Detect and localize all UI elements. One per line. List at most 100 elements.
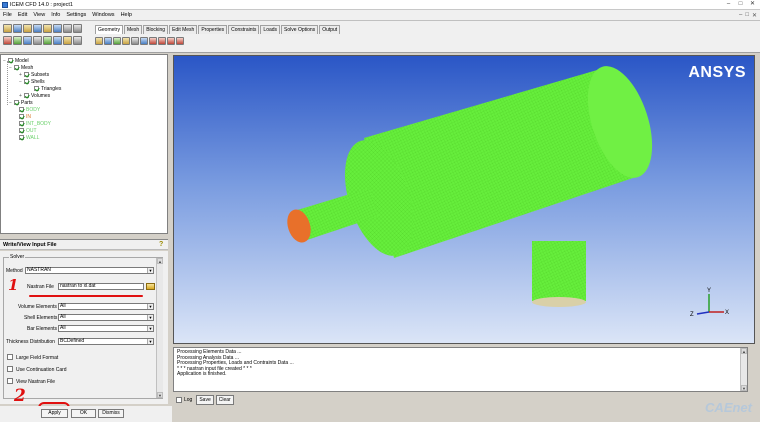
continuation-card-checkbox[interactable] (7, 366, 13, 372)
collapse-toggle-icon[interactable]: − (19, 79, 23, 85)
measure-icon[interactable] (23, 36, 32, 45)
redo-icon[interactable] (73, 24, 82, 33)
open-mesh-icon[interactable] (43, 24, 52, 33)
clip-plane-icon[interactable] (73, 36, 82, 45)
collapse-toggle-icon[interactable]: − (9, 65, 13, 71)
tab-constraints[interactable]: Constraints (228, 25, 260, 34)
tab-solve-options[interactable]: Solve Options (281, 25, 319, 34)
tab-mesh[interactable]: Mesh (123, 25, 143, 34)
method-select[interactable]: NASTRAN ▼ (25, 267, 154, 274)
create-point-icon[interactable] (95, 37, 103, 45)
tree-item-model[interactable]: − Model (3, 57, 29, 64)
view-nastran-file-checkbox[interactable] (7, 378, 13, 384)
maximize-button[interactable]: □ (736, 1, 745, 8)
tab-blocking[interactable]: Blocking (143, 25, 169, 34)
tree-item-parts[interactable]: − Parts (9, 99, 33, 106)
visibility-checkbox[interactable] (14, 65, 19, 70)
dismiss-button[interactable]: Dismiss (98, 409, 124, 418)
minimize-button[interactable]: – (724, 1, 733, 8)
save-mesh-icon[interactable] (53, 24, 62, 33)
create-body-icon[interactable] (122, 37, 130, 45)
ok-button[interactable]: OK (71, 409, 96, 418)
volume-elements-select[interactable]: All ▼ (58, 303, 154, 310)
scroll-down-icon[interactable]: ▼ (157, 392, 163, 398)
apply-button[interactable]: Apply (41, 409, 68, 418)
visibility-checkbox[interactable] (24, 72, 29, 77)
undo-icon[interactable] (63, 24, 72, 33)
visibility-checkbox[interactable] (19, 135, 24, 140)
thickness-distribution-select[interactable]: BCDefined ▼ (58, 338, 154, 345)
open-project-icon[interactable] (3, 24, 12, 33)
expand-toggle-icon[interactable]: + (19, 93, 23, 99)
panel-scrollbar[interactable]: ▲ ▼ (156, 258, 163, 398)
visibility-checkbox[interactable] (19, 114, 24, 119)
delete-surface-icon[interactable] (167, 37, 175, 45)
doc-close-button[interactable]: ✕ (752, 12, 757, 19)
wireframe-icon[interactable] (53, 36, 62, 45)
visibility-checkbox[interactable] (34, 86, 39, 91)
collapse-toggle-icon[interactable]: − (9, 100, 13, 106)
nastran-file-input[interactable]: nastran to xl.dat (58, 283, 144, 290)
tree-item-triangles[interactable]: Triangles (29, 85, 61, 92)
visibility-checkbox[interactable] (24, 93, 29, 98)
hidden-line-icon[interactable] (63, 36, 72, 45)
tree-item-volumes[interactable]: + Volumes (19, 92, 50, 99)
tree-item-part-int-body[interactable]: INT_BODY (19, 120, 51, 127)
zoom-box-icon[interactable] (13, 36, 22, 45)
refresh-icon[interactable] (33, 36, 42, 45)
large-field-format-checkbox[interactable] (7, 354, 13, 360)
doc-restore-button[interactable]: □ (745, 12, 749, 19)
visibility-checkbox[interactable] (24, 79, 29, 84)
graphics-viewport[interactable]: ANSYS Y X Z (173, 55, 755, 344)
visibility-checkbox[interactable] (19, 107, 24, 112)
message-scrollbar[interactable]: ▲ ▼ (740, 348, 747, 391)
solid-display-icon[interactable] (43, 36, 52, 45)
log-checkbox[interactable] (176, 397, 182, 403)
transform-geometry-icon[interactable] (140, 37, 148, 45)
tab-geometry[interactable]: Geometry (95, 25, 123, 34)
save-log-button[interactable]: Save (196, 395, 214, 405)
menu-windows[interactable]: Windows (92, 12, 114, 18)
folder-open-icon[interactable] (146, 283, 155, 290)
visibility-checkbox[interactable] (8, 58, 13, 63)
menu-info[interactable]: Info (51, 12, 60, 18)
bar-elements-select[interactable]: All ▼ (58, 325, 154, 332)
menu-file[interactable]: File (3, 12, 12, 18)
save-project-icon[interactable] (13, 24, 22, 33)
repair-geometry-icon[interactable] (131, 37, 139, 45)
tree-item-part-in[interactable]: IN (19, 113, 31, 120)
scroll-up-icon[interactable]: ▲ (157, 258, 163, 264)
tab-output[interactable]: Output (319, 25, 341, 34)
fit-window-icon[interactable] (3, 36, 12, 45)
open-geometry-icon[interactable] (23, 24, 32, 33)
menu-help[interactable]: Help (121, 12, 132, 18)
shell-elements-select[interactable]: All ▼ (58, 314, 154, 321)
visibility-checkbox[interactable] (19, 128, 24, 133)
tab-loads[interactable]: Loads (260, 25, 281, 34)
tree-item-part-out[interactable]: OUT (19, 127, 37, 134)
help-icon[interactable]: ? (159, 241, 165, 249)
tree-item-mesh[interactable]: − Mesh (9, 64, 33, 71)
delete-any-entity-icon[interactable] (176, 37, 184, 45)
tab-edit-mesh[interactable]: Edit Mesh (169, 25, 198, 34)
delete-point-icon[interactable] (149, 37, 157, 45)
expand-toggle-icon[interactable]: + (19, 72, 23, 78)
tree-item-subsets[interactable]: + Subsets (19, 71, 49, 78)
menu-edit[interactable]: Edit (18, 12, 27, 18)
create-surface-icon[interactable] (113, 37, 121, 45)
collapse-toggle-icon[interactable]: − (3, 58, 7, 64)
tab-properties[interactable]: Properties (198, 25, 228, 34)
menu-settings[interactable]: Settings (66, 12, 86, 18)
tree-item-part-wall[interactable]: WALL (19, 134, 39, 141)
delete-curve-icon[interactable] (158, 37, 166, 45)
scroll-up-icon[interactable]: ▲ (741, 348, 747, 354)
visibility-checkbox[interactable] (19, 121, 24, 126)
clear-log-button[interactable]: Clear (215, 395, 234, 405)
create-curve-icon[interactable] (104, 37, 112, 45)
save-geometry-icon[interactable] (33, 24, 42, 33)
tree-item-part-body[interactable]: BODY (19, 106, 40, 113)
menu-view[interactable]: View (33, 12, 45, 18)
tree-item-shells[interactable]: − Shells (19, 78, 45, 85)
doc-minimize-button[interactable]: – (739, 12, 742, 19)
close-button[interactable]: ✕ (748, 1, 757, 8)
